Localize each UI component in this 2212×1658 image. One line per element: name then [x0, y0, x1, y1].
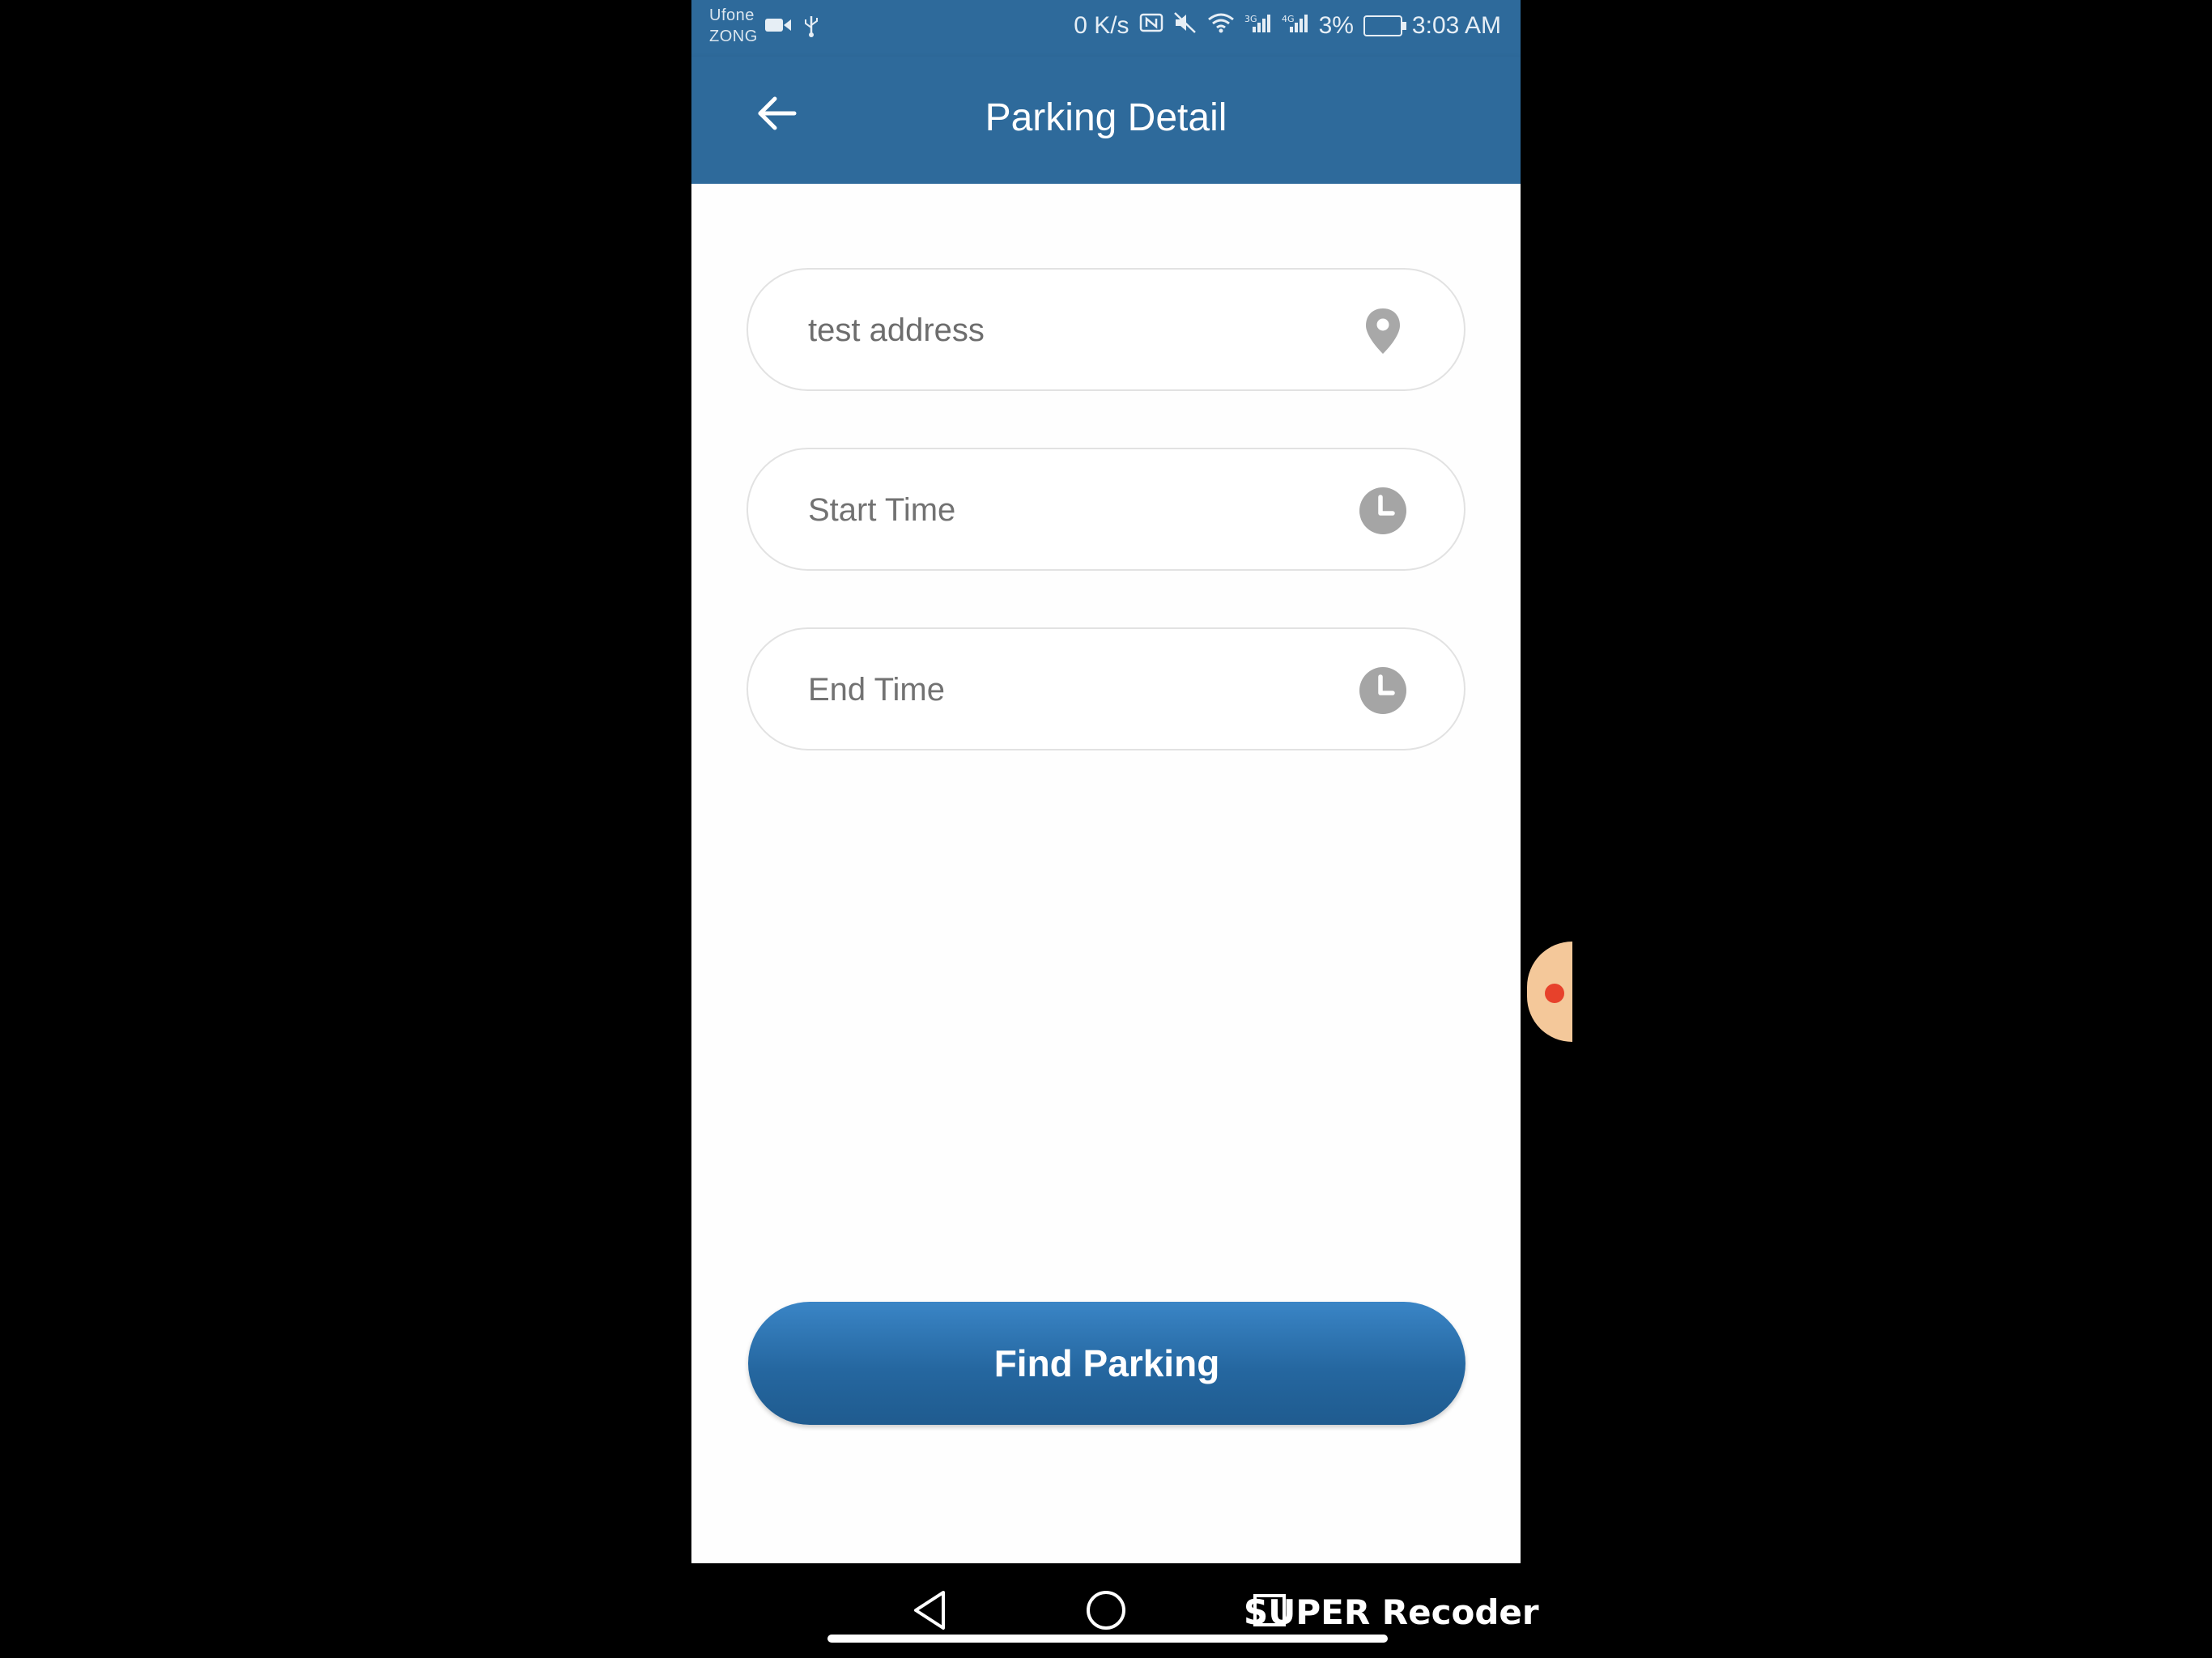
signal-icon-sim1: 3G [1244, 12, 1272, 39]
circle-home-icon [1085, 1589, 1127, 1635]
video-record-icon [764, 15, 792, 43]
status-right: 0 K/s 3G 4G 3% 3:03 AM [1074, 11, 1501, 40]
nav-home-button[interactable] [1080, 1586, 1132, 1638]
carrier-primary: Ufone [709, 6, 755, 24]
status-left-icons [764, 15, 819, 43]
status-bar: Ufone ZONG 0 K/s 3G 4G 3% 3:03 AM [691, 0, 1521, 57]
carrier-info: Ufone ZONG [709, 5, 758, 47]
find-parking-button[interactable]: Find Parking [748, 1302, 1465, 1425]
nav-back-button[interactable] [904, 1586, 955, 1638]
location-pin-icon[interactable] [1359, 307, 1407, 355]
clock-icon[interactable] [1359, 487, 1407, 535]
clock-time: 3:03 AM [1411, 11, 1501, 39]
mute-icon [1173, 11, 1197, 40]
wifi-icon [1207, 12, 1235, 39]
battery-percent: 3% [1318, 11, 1354, 39]
usb-icon [803, 15, 819, 43]
record-dot-icon [1545, 984, 1564, 1003]
end-time-input[interactable] [806, 629, 1328, 750]
battery-icon [1363, 15, 1406, 36]
svg-text:4G: 4G [1282, 14, 1295, 24]
carrier-secondary: ZONG [709, 28, 758, 45]
home-indicator[interactable] [827, 1635, 1388, 1643]
address-field[interactable] [747, 268, 1465, 391]
network-speed: 0 K/s [1074, 11, 1129, 39]
floating-recorder-bubble[interactable] [1527, 942, 1572, 1042]
system-nav-bar: SUPER Recoder [691, 1563, 1539, 1658]
end-time-field[interactable] [747, 627, 1465, 750]
start-time-input[interactable] [806, 449, 1328, 571]
app-bar: Parking Detail [691, 57, 1521, 184]
svg-text:3G: 3G [1244, 14, 1257, 24]
clock-icon[interactable] [1359, 666, 1407, 715]
triangle-back-icon [909, 1589, 950, 1635]
page-title: Parking Detail [985, 96, 1227, 139]
signal-icon-sim2: 4G [1282, 12, 1309, 39]
start-time-field[interactable] [747, 448, 1465, 571]
address-input[interactable] [806, 270, 1328, 391]
recorder-watermark: SUPER Recoder [1244, 1592, 1539, 1632]
phone-screen: Ufone ZONG 0 K/s 3G 4G 3% 3:03 AM Parkin… [691, 0, 1572, 1658]
nfc-icon [1139, 12, 1163, 39]
parking-form: Find Parking [691, 184, 1572, 1563]
